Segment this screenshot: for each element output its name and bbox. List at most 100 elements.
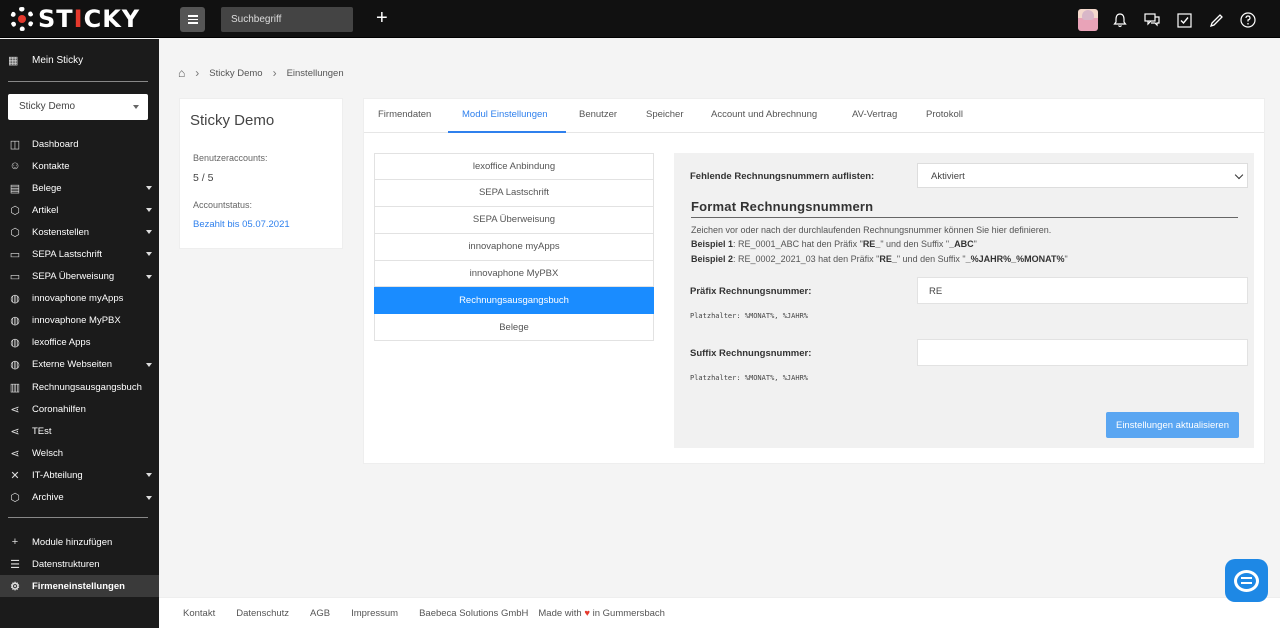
sidebar-item[interactable]: ▭ SEPA Überweisung	[0, 266, 159, 288]
sidebar: ▦ Mein Sticky Sticky Demo ◫ Dashboard ☺ Kon…	[0, 39, 159, 628]
sidebar-item[interactable]: ◫ Dashboard	[0, 133, 159, 155]
box-icon: ⬡	[10, 492, 20, 505]
sidebar-item-label: IT-Abteilung	[32, 469, 83, 481]
status-link[interactable]: Bezahlt bis 05.07.2021	[193, 219, 290, 230]
sidebar-item[interactable]: ✕ IT-Abteilung	[0, 464, 159, 486]
building-icon: ▦	[8, 55, 19, 67]
sidebar-item[interactable]: ⋖ Welsch	[0, 442, 159, 464]
company-select-value: Sticky Demo	[19, 101, 76, 112]
ledger-icon: ▥	[9, 381, 21, 394]
caret-down-icon[interactable]	[146, 186, 152, 191]
module-list-item[interactable]: innovaphone myApps	[374, 233, 654, 261]
share-icon: ⋖	[10, 447, 20, 460]
caret-down-icon[interactable]	[146, 362, 152, 367]
tab[interactable]: Speicher	[646, 109, 684, 120]
sidebar-item[interactable]: ⬡ Kostenstellen	[0, 221, 159, 243]
example-1: Beispiel 1: RE_0001_ABC hat den Präfix "…	[691, 239, 977, 249]
module-list-item[interactable]: Belege	[374, 314, 654, 342]
sidebar-item[interactable]: ☰ Datenstrukturen	[0, 553, 159, 575]
example-2: Beispiel 2: RE_0002_2021_03 hat den Präf…	[691, 254, 1068, 264]
module-list-item[interactable]: SEPA Überweisung	[374, 206, 654, 234]
suffix-input[interactable]	[917, 339, 1248, 366]
home-icon[interactable]: ⌂	[178, 66, 185, 80]
hamburger-line	[187, 15, 198, 17]
footer-link[interactable]: Datenschutz	[236, 608, 289, 619]
sidebar-item[interactable]: ▥ Rechnungsausgangsbuch	[0, 376, 159, 398]
breadcrumb-item[interactable]: Sticky Demo	[209, 68, 262, 79]
tab[interactable]: Protokoll	[926, 109, 963, 120]
module-list-item[interactable]: lexoffice Anbindung	[374, 153, 654, 180]
menu-toggle-button[interactable]	[180, 7, 205, 32]
search-input[interactable]	[221, 7, 353, 32]
example-2-bold: _%JAHR%_%MONAT%	[965, 254, 1065, 264]
made-with-text: Made with ♥ in Gummersbach	[538, 608, 665, 619]
tab[interactable]: Benutzer	[579, 109, 617, 120]
sidebar-item-label: Mein Sticky	[32, 55, 84, 66]
support-chat-button[interactable]	[1225, 559, 1268, 602]
sidebar-item-label: Artikel	[32, 204, 59, 216]
module-list-item[interactable]: SEPA Lastschrift	[374, 179, 654, 207]
missing-numbers-select[interactable]: Aktiviert	[917, 163, 1248, 188]
settings-card: Firmendaten Modul Einstellungen Benutzer Sp…	[363, 98, 1265, 464]
sidebar-item-mein-sticky[interactable]: ▦ Mein Sticky	[8, 54, 83, 67]
users-value: 5 / 5	[193, 172, 214, 184]
add-button[interactable]: +	[376, 8, 388, 28]
prefix-hint: Platzhalter: %MONAT%, %JAHR%	[690, 312, 809, 320]
made-with-prefix: Made with	[538, 608, 582, 619]
card-icon: ▭	[9, 249, 21, 262]
footer-link[interactable]: Kontakt	[183, 608, 215, 619]
pen-icon[interactable]	[1206, 10, 1226, 30]
hamburger-line	[187, 22, 198, 24]
caret-down-icon[interactable]	[146, 274, 152, 279]
company-select[interactable]: Sticky Demo	[8, 94, 148, 120]
sidebar-item[interactable]: ◍ innovaphone myApps	[0, 288, 159, 310]
sidebar-item-label: innovaphone MyPBX	[32, 315, 121, 327]
tab[interactable]: AV-Vertrag	[852, 109, 897, 120]
chat-icon[interactable]	[1142, 10, 1162, 30]
sidebar-item[interactable]: ▭ SEPA Lastschrift	[0, 243, 159, 265]
sidebar-item[interactable]: ⚙ Firmeneinstellungen	[0, 575, 159, 598]
caret-down-icon[interactable]	[146, 495, 152, 500]
module-list-item[interactable]: innovaphone MyPBX	[374, 260, 654, 288]
tab[interactable]: Firmendaten	[378, 109, 431, 120]
sidebar-item[interactable]: ◍ innovaphone MyPBX	[0, 310, 159, 332]
sidebar-item-label: Kostenstellen	[32, 226, 90, 238]
caret-down-icon[interactable]	[146, 252, 152, 257]
sidebar-item[interactable]: ▤ Belege	[0, 177, 159, 199]
account-card: Sticky Demo Benutzeraccounts: 5 / 5 Acco…	[179, 98, 343, 249]
prefix-input[interactable]: RE	[917, 277, 1248, 304]
topbar: STICKY +	[0, 0, 1280, 38]
sidebar-item[interactable]: ⋖ TEst	[0, 420, 159, 442]
caret-down-icon[interactable]	[146, 230, 152, 235]
sidebar-item[interactable]: ◍ lexoffice Apps	[0, 332, 159, 354]
sidebar-item[interactable]: ☺ Kontakte	[0, 155, 159, 177]
caret-down-icon[interactable]	[146, 473, 152, 478]
sidebar-item[interactable]: ⬡ Artikel	[0, 199, 159, 221]
module-list-item[interactable]: Rechnungsausgangsbuch	[374, 287, 654, 315]
card-icon: ▭	[9, 271, 21, 284]
heart-icon: ♥	[584, 608, 590, 619]
sticky-logo[interactable]: STICKY	[10, 5, 140, 33]
caret-down-icon[interactable]	[146, 208, 152, 213]
footer-link[interactable]: Impressum	[351, 608, 398, 619]
caret-down-icon	[133, 105, 139, 109]
contacts-icon: ☺	[9, 160, 21, 173]
sidebar-item[interactable]: + Module hinzufügen	[0, 531, 159, 553]
missing-numbers-value: Aktiviert	[931, 171, 965, 182]
example-1-text: : RE_0001_ABC hat den Präfix "	[733, 239, 863, 249]
sidebar-item[interactable]: ◍ Externe Webseiten	[0, 354, 159, 376]
sidebar-item-label: Archive	[32, 492, 64, 504]
sidebar-item[interactable]: ⋖ Coronahilfen	[0, 398, 159, 420]
chevron-right-icon: ›	[195, 66, 200, 80]
checkbox-icon[interactable]	[1174, 10, 1194, 30]
sidebar-nav: ◫ Dashboard ☺ Kontakte ▤ Belege ⬡ Artikel ⬡ Koste…	[0, 133, 159, 509]
bell-icon[interactable]	[1110, 10, 1130, 30]
help-icon[interactable]	[1238, 10, 1258, 30]
tab[interactable]: Account und Abrechnung	[711, 109, 817, 120]
sidebar-item[interactable]: ⬡ Archive	[0, 487, 159, 509]
footer-link[interactable]: Baebeca Solutions GmbH	[419, 608, 528, 619]
footer-link[interactable]: AGB	[310, 608, 330, 619]
avatar[interactable]	[1078, 9, 1098, 31]
update-settings-button[interactable]: Einstellungen aktualisieren	[1106, 412, 1239, 438]
tab[interactable]: Modul Einstellungen	[462, 109, 548, 120]
